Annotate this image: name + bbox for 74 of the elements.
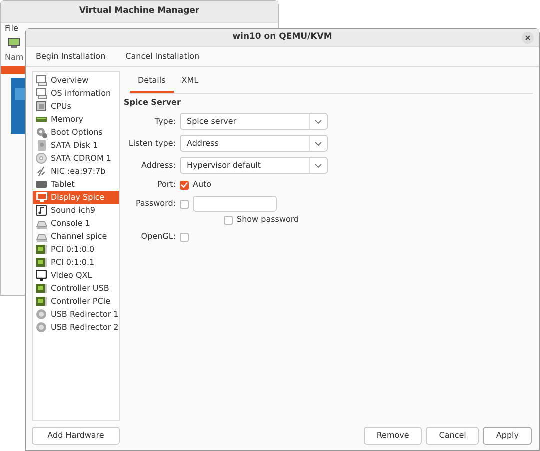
chip-icon [36, 100, 48, 112]
card-icon [36, 256, 48, 268]
checkbox-label: Show password [237, 214, 300, 226]
checkbox[interactable] [224, 216, 233, 224]
close-icon[interactable] [522, 32, 534, 44]
dialog-button[interactable]: Apply [483, 427, 532, 445]
card-icon [36, 244, 48, 256]
hardware-item[interactable]: Controller PCIe [33, 295, 119, 308]
hardware-item[interactable]: Video QXL [33, 269, 119, 282]
monitor-icon [36, 270, 48, 282]
toolbar-button[interactable]: Begin Installation [36, 50, 106, 62]
round-port-icon [36, 322, 48, 334]
checkbox[interactable] [180, 200, 189, 208]
hardware-item[interactable]: PCI 0:1:0.1 [33, 256, 119, 269]
hardware-item[interactable]: OS information [33, 87, 119, 100]
card-icon [36, 296, 48, 308]
section-title: Spice Server [124, 97, 182, 109]
dropdown-value: Spice server [187, 116, 237, 128]
toolbar-button[interactable]: Cancel Installation [126, 50, 200, 62]
field-label: Type: [154, 116, 176, 128]
gear-icon [36, 126, 48, 138]
dialog-button[interactable]: Remove [364, 427, 422, 445]
dropdown[interactable]: Spice server [180, 113, 328, 130]
dropdown-value: Address [187, 138, 219, 150]
dropdown[interactable]: Hypervisor default [180, 157, 328, 174]
menu-item[interactable]: File [5, 23, 18, 35]
hardware-item[interactable]: PCI 0:1:0.0 [33, 243, 119, 256]
hardware-item[interactable]: Controller USB [33, 282, 119, 295]
hardware-item[interactable]: Console 1 [33, 217, 119, 230]
password-field[interactable] [193, 196, 277, 212]
hardware-item[interactable]: Sound ich9 [33, 204, 119, 217]
dropdown-value: Hypervisor default [187, 160, 262, 172]
caret-icon [315, 142, 322, 146]
column-header: Nam [4, 52, 25, 64]
hardware-item[interactable]: CPUs [33, 100, 119, 113]
display-icon [36, 192, 48, 204]
hardware-item[interactable]: SATA Disk 1 [33, 139, 119, 152]
field-label: Port: [156, 179, 176, 191]
caret-icon [315, 164, 322, 168]
hardware-item[interactable]: Boot Options [33, 126, 119, 139]
disc-icon [36, 152, 48, 164]
checkbox[interactable] [180, 180, 189, 190]
add-hardware-button[interactable]: Add Hardware [32, 427, 120, 445]
vm-thumbnail [11, 78, 25, 134]
monitor-icon [7, 37, 21, 49]
hardware-item[interactable]: SATA CDROM 1 [33, 152, 119, 165]
monitor-icon [36, 88, 48, 100]
tab[interactable]: XML [174, 71, 207, 93]
round-port-icon [36, 308, 48, 320]
hardware-item[interactable]: USB Redirector 1 [33, 308, 119, 321]
window-title-text: Virtual Machine Manager [79, 5, 200, 18]
monitor-icon [36, 74, 48, 86]
checkbox[interactable] [180, 232, 189, 242]
checkbox-label: Auto [193, 179, 212, 191]
dialog-button[interactable]: Cancel [426, 427, 480, 445]
field-label: Listen type: [128, 138, 176, 150]
hardware-item[interactable]: Overview [33, 74, 119, 87]
field-label: Address: [140, 160, 176, 172]
caret-icon [315, 120, 322, 124]
dropdown[interactable]: Address [180, 135, 328, 152]
field-label: Password: [134, 198, 176, 210]
tablet-icon [36, 178, 48, 190]
hardware-item[interactable]: Channel spice [33, 230, 119, 243]
card-icon [36, 282, 48, 294]
field-label: OpenGL: [140, 231, 176, 243]
hardware-item[interactable]: Tablet [33, 178, 119, 191]
hardware-item[interactable]: NIC :ea:97:7b [33, 165, 119, 178]
window-title: win10 on QEMU/KVM [232, 31, 332, 44]
check-icon [181, 182, 188, 188]
music-note-icon [36, 204, 48, 216]
hardware-item[interactable]: Memory [33, 113, 119, 126]
hardware-item[interactable]: USB Redirector 2 [33, 321, 119, 334]
tab[interactable]: Details [130, 71, 174, 93]
hardware-item[interactable]: Display Spice [33, 191, 119, 204]
